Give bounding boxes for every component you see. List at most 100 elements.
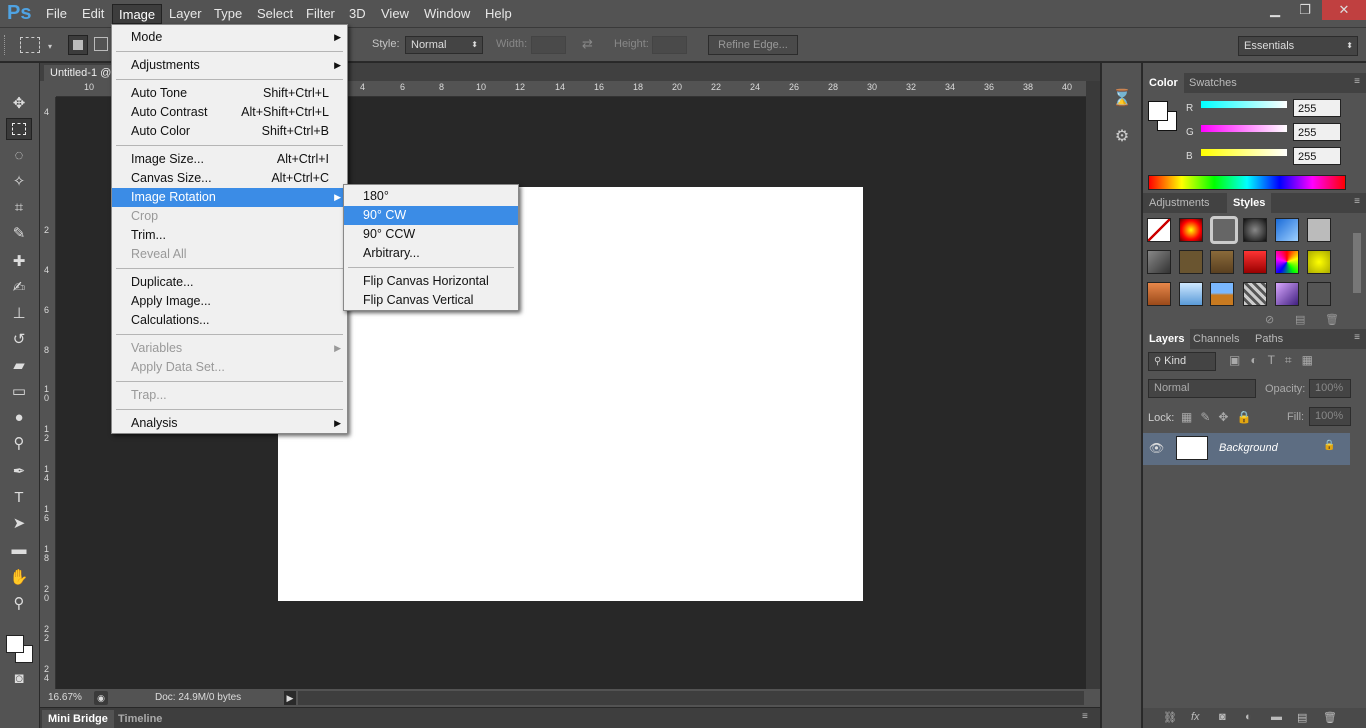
style-swatch[interactable] [1210,250,1234,274]
mask-icon[interactable]: ◙ [1219,711,1226,723]
menu-edit[interactable]: Edit [76,4,110,24]
menu-item-apply-image[interactable]: Apply Image... [112,292,347,311]
style-swatch[interactable] [1275,250,1299,274]
fill-input[interactable]: 100% [1309,407,1351,426]
menu-item-auto-contrast[interactable]: Auto Contrast Alt+Shift+Ctrl+L [112,103,347,122]
menu-item-calculations[interactable]: Calculations... [112,311,347,330]
menu-item-flip-canvas-vertical[interactable]: Flip Canvas Vertical [344,291,518,310]
menu-help[interactable]: Help [479,4,518,24]
menu-item-image-rotation[interactable]: Image Rotation ▶ [112,188,347,207]
style-none-swatch[interactable] [1147,218,1171,242]
trash-icon[interactable]: 🗑 [1325,313,1339,326]
panel-menu-icon[interactable]: ≡ [1082,711,1088,722]
menu-item-arbitrary[interactable]: Arbitrary... [344,244,518,263]
style-select[interactable]: Normal ⬍ [405,36,483,54]
properties-panel-icon[interactable]: ⚙ [1110,125,1134,149]
menu-item-mode[interactable]: Mode ▶ [112,28,347,47]
adjustment-layer-icon[interactable]: ◐ [1245,711,1252,723]
type-tool-icon[interactable]: T [6,487,32,509]
close-button[interactable]: ✕ [1322,0,1366,20]
menu-item-90-ccw[interactable]: 90° CCW [344,225,518,244]
folder-icon[interactable]: ▬ [1271,711,1282,723]
menu-file[interactable]: File [40,4,73,24]
menu-item-flip-canvas-horizontal[interactable]: Flip Canvas Horizontal [344,272,518,291]
eraser-tool-icon[interactable]: ▰ [6,355,32,377]
width-input[interactable] [531,36,566,54]
rectangle-tool-icon[interactable]: ▬ [6,539,32,561]
menu-3d[interactable]: 3D [343,4,372,24]
lasso-tool-icon[interactable]: ◌ [6,145,32,167]
zoom-tool-icon[interactable]: ⚲ [6,593,32,615]
style-swatch[interactable] [1147,282,1171,306]
style-swatch[interactable] [1179,218,1203,242]
clone-stamp-tool-icon[interactable]: ⊥ [6,303,32,325]
red-value[interactable]: 255 [1293,99,1341,117]
vertical-scrollbar[interactable] [1086,81,1100,689]
panel-menu-icon[interactable]: ≡ [1354,332,1360,343]
fx-icon[interactable]: fx [1191,711,1200,723]
foreground-color-swatch[interactable] [1148,101,1168,121]
eye-icon[interactable]: 👁 [1149,441,1164,455]
chevron-down-icon[interactable]: ▾ [48,42,52,51]
info-icon[interactable]: ◉ [94,691,108,705]
style-swatch[interactable] [1243,282,1267,306]
blend-mode-select[interactable]: Normal [1148,379,1256,398]
horizontal-scrollbar[interactable] [298,691,1084,705]
tab-styles[interactable]: Styles [1227,193,1272,213]
eyedropper-tool-icon[interactable]: ✎ [6,223,32,245]
menu-window[interactable]: Window [418,4,476,24]
dodge-tool-icon[interactable]: ⚲ [6,433,32,455]
style-swatch[interactable] [1243,250,1267,274]
menu-item-trim[interactable]: Trim... [112,226,347,245]
red-slider[interactable] [1201,101,1287,108]
menu-image[interactable]: Image [112,4,163,24]
workspace-select[interactable]: Essentials ⬍ [1238,36,1358,56]
move-tool-icon[interactable]: ✥ [6,93,32,115]
style-swatch[interactable] [1147,250,1171,274]
layer-name[interactable]: Background [1219,442,1278,454]
menu-item-auto-tone[interactable]: Auto Tone Shift+Ctrl+L [112,84,347,103]
style-swatch[interactable] [1275,282,1299,306]
tab-swatches[interactable]: Swatches [1183,73,1243,93]
clear-style-icon[interactable]: ⊘ [1265,313,1274,326]
menu-select[interactable]: Select [251,4,299,24]
blue-value[interactable]: 255 [1293,147,1341,165]
minimize-button[interactable]: ▁ [1260,0,1290,20]
menu-item-90-cw[interactable]: 90° CW [344,206,518,225]
menu-item-canvas-size[interactable]: Canvas Size... Alt+Ctrl+C [112,169,347,188]
zoom-level[interactable]: 16.67% [48,692,82,703]
history-panel-icon[interactable]: ⌛ [1110,87,1134,111]
play-icon[interactable]: ▶ [284,691,296,705]
style-swatch[interactable] [1307,250,1331,274]
style-swatch[interactable] [1179,282,1203,306]
style-swatch[interactable] [1210,282,1234,306]
tab-adjustments[interactable]: Adjustments [1143,193,1216,213]
green-value[interactable]: 255 [1293,123,1341,141]
blue-slider[interactable] [1201,149,1287,156]
panel-menu-icon[interactable]: ≡ [1354,76,1360,87]
menu-item-180[interactable]: 180° [344,187,518,206]
tab-mini-bridge[interactable]: Mini Bridge [42,710,114,728]
gradient-tool-icon[interactable]: ▭ [6,381,32,403]
style-swatch[interactable] [1307,218,1331,242]
tab-layers[interactable]: Layers [1143,329,1191,349]
style-swatch[interactable] [1243,218,1267,242]
pen-tool-icon[interactable]: ✒ [6,461,32,483]
style-swatch[interactable] [1275,218,1299,242]
swap-icon[interactable]: ⇄ [582,36,593,52]
menu-item-analysis[interactable]: Analysis ▶ [112,414,347,433]
rectangular-marquee-tool-icon[interactable] [6,118,32,140]
new-selection-icon[interactable] [68,35,88,55]
opacity-input[interactable]: 100% [1309,379,1351,398]
menu-type[interactable]: Type [208,4,248,24]
menu-filter[interactable]: Filter [300,4,341,24]
foreground-color-swatch[interactable] [6,635,24,653]
panel-menu-icon[interactable]: ≡ [1354,196,1360,207]
add-selection-icon[interactable] [94,37,108,51]
layer-row[interactable]: 👁 Background 🔒 [1143,433,1350,465]
layer-kind-filter[interactable]: ⚲ Kind [1148,352,1216,371]
layer-filter-icons[interactable]: ▣◐T⌗▦ [1229,353,1323,368]
healing-brush-tool-icon[interactable]: ✚ [6,251,32,273]
tab-channels[interactable]: Channels [1187,329,1245,349]
style-swatch[interactable] [1179,250,1203,274]
